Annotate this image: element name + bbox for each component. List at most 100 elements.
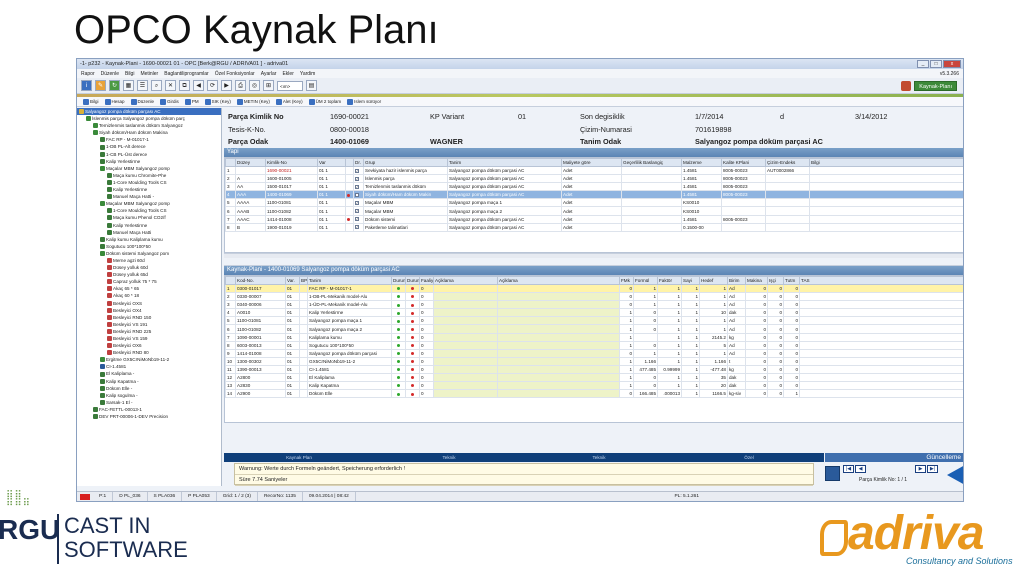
- reload-icon[interactable]: ⟳: [207, 80, 218, 91]
- calendar-icon[interactable]: ▤: [306, 80, 317, 91]
- menu-item-6[interactable]: Ayarlar: [261, 71, 277, 77]
- table-row[interactable]: 2 0330-00007 01 1-DB-PL-Mekanik model-Alu 0 0…: [225, 292, 963, 302]
- yapi-col-header[interactable]: Geçerlilik Baslangiç: [621, 158, 682, 167]
- forward-icon[interactable]: ▶: [221, 80, 232, 91]
- tree-node[interactable]: Sogutucu 100*100*50: [77, 243, 221, 250]
- checkbox[interactable]: ✓: [355, 168, 359, 173]
- tree-node[interactable]: Besleyici RND 225: [77, 328, 221, 335]
- table-row[interactable]: 9 1414-01008 01 Salyangoz pompa döküm parça…: [225, 348, 963, 358]
- tree-node[interactable]: Siyah döküm/Ham döküm Makina: [77, 129, 221, 136]
- kaynak-col-header[interactable]: TAS: [799, 276, 963, 285]
- tree-node[interactable]: Döküm sistemi Salyangoz pom: [77, 250, 221, 257]
- kaynak-col-header[interactable]: Durun: [405, 276, 420, 285]
- subtool-item-1[interactable]: Hesap: [104, 98, 125, 105]
- tree-node[interactable]: Capraz yolluk 75 * 75: [77, 278, 221, 285]
- subtool-item-6[interactable]: METIN (Key): [236, 98, 270, 105]
- save-icon[interactable]: [825, 466, 840, 481]
- yapi-col-header[interactable]: Tanim: [447, 158, 562, 167]
- kaynak-col-header[interactable]: Birim: [727, 276, 746, 285]
- yapi-col-header[interactable]: Kalite KPlani: [721, 158, 766, 167]
- tree-node[interactable]: Kalip Yerlestirme: [77, 158, 221, 165]
- tree-node[interactable]: Besleyici VS 191: [77, 321, 221, 328]
- edit-icon[interactable]: ✎: [95, 80, 106, 91]
- tree-node[interactable]: 1-Core Moulding Tools CS: [77, 179, 221, 186]
- kaynak-table-container[interactable]: Kod-No.Var.BPtTanimDurunDurunFaaliyAçikl…: [224, 275, 963, 423]
- tree-node[interactable]: Temizlenmis taslanmis döküm Salyangoz: [77, 122, 221, 129]
- subtool-item-5[interactable]: SIK (Key): [204, 98, 231, 105]
- back-icon[interactable]: ◀: [193, 80, 204, 91]
- table-row[interactable]: 1 0300-01017 01 FAC RP - M-01017-1 0 0 1 1 1 1 Ad 0…: [225, 283, 963, 294]
- tree-node[interactable]: Besleyici RND 150: [77, 314, 221, 321]
- tree-node[interactable]: Besleyici OX6: [77, 342, 221, 349]
- info-icon[interactable]: i: [81, 80, 92, 91]
- menu-item-5[interactable]: Özel Fonksiyonlar: [215, 71, 255, 77]
- table-row[interactable]: 14 A2900 01 Döküm Elle 0 0 166.485.000013 1 1166…: [225, 389, 963, 399]
- menu-item-8[interactable]: Yardim: [300, 71, 315, 77]
- kaynak-col-header[interactable]: BPt: [299, 276, 308, 285]
- window-titlebar[interactable]: -1- p232 - Kaynak-Plani - 1690-00021 01 …: [77, 59, 963, 69]
- tree-node[interactable]: Maça kumu Phenol CO2/f: [77, 214, 221, 221]
- tree-node[interactable]: Besleyici VS 159: [77, 335, 221, 342]
- tree-node[interactable]: Kalip Kapatma -: [77, 378, 221, 385]
- subtool-item-7[interactable]: Alet (Key): [275, 98, 303, 105]
- tree-node[interactable]: Salyangoz pompa döküm parçası AC: [77, 108, 221, 116]
- kaynak-col-header[interactable]: Makina: [745, 276, 768, 285]
- menu-item-2[interactable]: Bilgi: [125, 71, 134, 77]
- checkbox[interactable]: ✓: [355, 201, 359, 206]
- kaynak-col-header[interactable]: Açiklama: [497, 276, 620, 285]
- subtool-item-3[interactable]: Girdis: [160, 98, 179, 105]
- yapi-col-header[interactable]: Bilgi: [809, 158, 963, 167]
- table-row[interactable]: 4 A0010 01 Kalip Yerlestirme 0 1 0 1 1 10 dak 0 0 0: [225, 308, 963, 318]
- menu-item-3[interactable]: Metinler: [140, 71, 158, 77]
- table-row[interactable]: 12 A2800 01 El Kaliplama 0 1 0 1 1 35 dak 0 0 0: [225, 373, 963, 383]
- table-row[interactable]: 8 6003-00013 01 Sogutucu 100*100*50 0 1 0 1 1 5 Ad…: [225, 340, 963, 350]
- yapi-col-header[interactable]: Maliyete göre: [561, 158, 622, 167]
- tree-node[interactable]: Kalip kumu Kaliplama kumu: [77, 236, 221, 243]
- binoculars-icon[interactable]: ◎: [249, 80, 260, 91]
- table-row[interactable]: 7 AAAC 1414-01008 01 1 ✓ Döküm sistemi Salyang…: [225, 214, 963, 224]
- table-row[interactable]: 11 1390-00013 01 CI-1.4581 0 1 477.485 0.99999 1…: [225, 364, 963, 375]
- search-icon[interactable]: ⌕: [151, 80, 162, 91]
- kaynak-col-header[interactable]: Hedef: [699, 276, 728, 285]
- kaynak-col-header[interactable]: Açiklama: [433, 276, 498, 285]
- kaynak-plani-button[interactable]: Kaynak-Planı: [914, 81, 957, 91]
- tree-node[interactable]: Merne agzi 60d: [77, 257, 221, 264]
- kaynak-col-header[interactable]: [225, 276, 236, 285]
- subtool-item-0[interactable]: Bilgi: [83, 98, 99, 105]
- table-row[interactable]: 13 A2830 01 Kalip Kapatma 0 1 0 1 1 20 dak 0 0 0: [225, 381, 963, 391]
- subtool-item-2[interactable]: Düzenle: [130, 98, 154, 105]
- maximize-button[interactable]: □: [930, 60, 942, 68]
- list-icon[interactable]: ☰: [137, 80, 148, 91]
- tree-node[interactable]: FAC RP - M-01017-1: [77, 136, 221, 143]
- checkbox[interactable]: ✓: [355, 193, 359, 198]
- yapi-col-header[interactable]: Grup: [363, 158, 448, 167]
- print-icon[interactable]: ⎙: [235, 80, 246, 91]
- tree-node[interactable]: Manuel Maça Hatti: [77, 229, 221, 236]
- subtool-item-9[interactable]: Islem sürüyor: [347, 98, 381, 105]
- tree-node[interactable]: Akaç 65 * 65: [77, 285, 221, 292]
- table-row[interactable]: 6 AAAB 1100-01082 01 1 ✓ Maçalar MBM Salyangoz…: [225, 206, 963, 216]
- kaynak-col-header[interactable]: Faktör: [657, 276, 682, 285]
- grid-icon[interactable]: ▦: [123, 80, 134, 91]
- tab-ozel[interactable]: Özel: [674, 453, 824, 462]
- tree-node[interactable]: El Kaliplama -: [77, 370, 221, 377]
- minimize-button[interactable]: _: [917, 60, 929, 68]
- delete-icon[interactable]: ✕: [165, 80, 176, 91]
- kaynak-col-header[interactable]: Işçi: [767, 276, 784, 285]
- mode-select[interactable]: <ım>: [277, 80, 303, 91]
- checkbox[interactable]: ✓: [355, 225, 359, 230]
- tree-node[interactable]: DEV PRT-00006-1-DEV Precision: [77, 413, 221, 420]
- menu-item-4[interactable]: Baglantiliprogramlar: [164, 71, 208, 77]
- parca-kimlik-value[interactable]: 1690-00021: [330, 112, 430, 123]
- checkbox[interactable]: ✓: [355, 185, 359, 190]
- menu-item-0[interactable]: Rapor: [81, 71, 95, 77]
- checkbox[interactable]: ✓: [355, 176, 359, 181]
- tree-node[interactable]: Düsey yolluk 60d: [77, 264, 221, 271]
- menu-item-7[interactable]: Ekler: [282, 71, 293, 77]
- nav-first-button[interactable]: |◀: [843, 465, 854, 473]
- tree-node[interactable]: 1-CB PL-Üst derece: [77, 151, 221, 158]
- nav-next-button[interactable]: ▶: [915, 465, 926, 473]
- table-row[interactable]: 2 A 1600-01005 01 1 ✓ İslenmis parça Salyangoz…: [225, 174, 963, 184]
- tree-node[interactable]: İslenmis parça Salyangoz pompa döküm par…: [77, 115, 221, 122]
- yapi-col-header[interactable]: Kimlik-No: [265, 158, 318, 167]
